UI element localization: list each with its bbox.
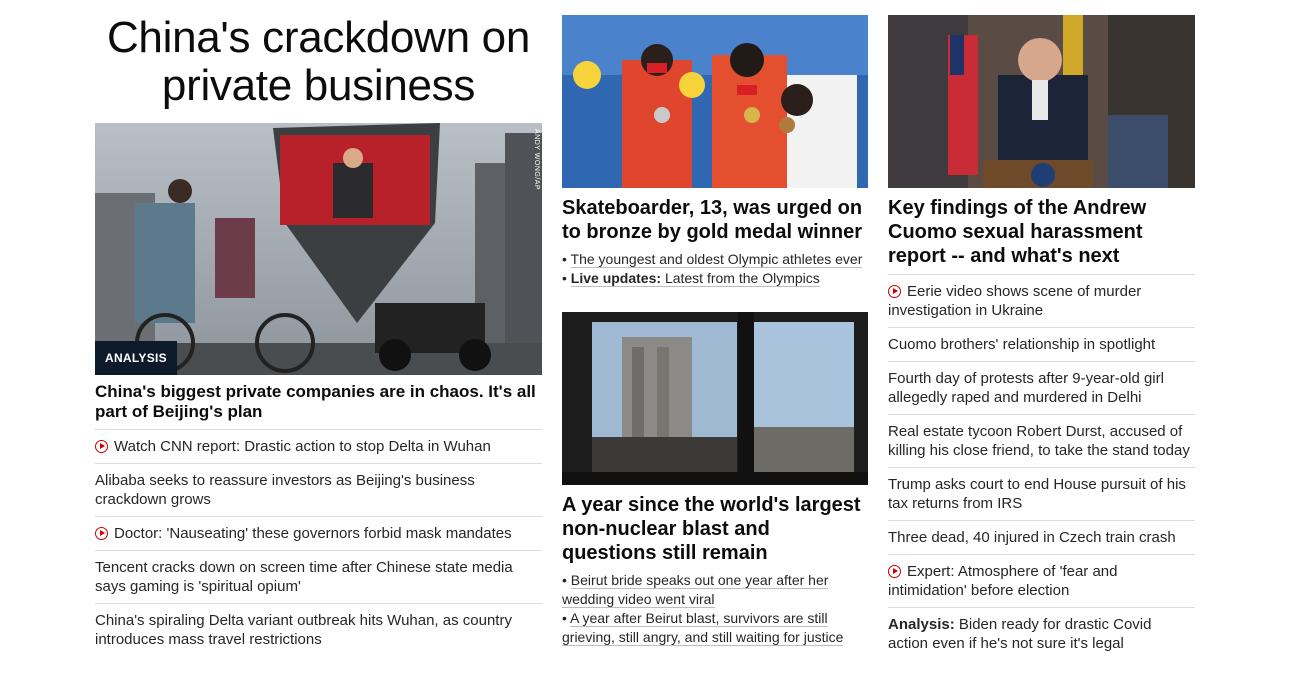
list-item-text[interactable]: Watch CNN report: Drastic action to stop… — [114, 438, 491, 455]
left-column: China's crackdown on private business AN… — [95, 0, 542, 656]
list-item-text[interactable]: Fourth day of protests after 9-year-old … — [888, 370, 1164, 406]
bullet-item[interactable]: • The youngest and oldest Olympic athlet… — [562, 250, 868, 269]
bullet-bold-label[interactable]: Live updates: — [571, 270, 661, 286]
china-hero-image[interactable]: ANALYSIS ANDY WONG/AP — [95, 123, 542, 375]
list-item[interactable]: Fourth day of protests after 9-year-old … — [888, 361, 1195, 414]
bullet-text[interactable]: The youngest and oldest Olympic athletes… — [570, 251, 863, 268]
cuomo-image[interactable] — [888, 15, 1195, 188]
photo-credit: ANDY WONG/AP — [533, 129, 540, 191]
top-stories-list: Eerie video shows scene of murder invest… — [888, 274, 1195, 660]
bullet-item[interactable]: • A year after Beirut blast, survivors a… — [562, 609, 868, 647]
right-column: Key findings of the Andrew Cuomo sexual … — [888, 0, 1195, 660]
middle-column: Skateboarder, 13, was urged on to bronze… — [562, 0, 868, 647]
list-item[interactable]: Real estate tycoon Robert Durst, accused… — [888, 414, 1195, 467]
list-item[interactable]: Watch CNN report: Drastic action to stop… — [95, 429, 542, 463]
beirut-bullets: • Beirut bride speaks out one year after… — [562, 571, 868, 647]
play-video-icon — [95, 527, 108, 540]
list-item-text[interactable]: Doctor: 'Nauseating' these governors for… — [114, 525, 512, 542]
bullet-text[interactable]: Beirut bride speaks out one year after h… — [562, 572, 829, 608]
list-item-text[interactable]: Three dead, 40 injured in Czech train cr… — [888, 529, 1176, 546]
cuomo-podium-illustration — [888, 15, 1195, 188]
list-item-text[interactable]: Alibaba seeks to reassure investors as B… — [95, 472, 475, 508]
related-stories-list: Watch CNN report: Drastic action to stop… — [95, 429, 542, 656]
list-item[interactable]: Tencent cracks down on screen time after… — [95, 550, 542, 603]
analysis-badge: ANALYSIS — [95, 341, 177, 375]
skateboarder-bullets: • The youngest and oldest Olympic athlet… — [562, 250, 868, 288]
section-banner-title[interactable]: China's crackdown on private business — [95, 14, 542, 110]
list-item-text[interactable]: Real estate tycoon Robert Durst, accused… — [888, 423, 1190, 459]
play-video-icon — [888, 285, 901, 298]
cuomo-headline[interactable]: Key findings of the Andrew Cuomo sexual … — [888, 196, 1195, 268]
list-item[interactable]: Three dead, 40 injured in Czech train cr… — [888, 520, 1195, 554]
play-video-icon — [888, 565, 901, 578]
skateboarder-image[interactable] — [562, 15, 868, 188]
list-item[interactable]: China's spiraling Delta variant outbreak… — [95, 603, 542, 656]
list-item-bold-label[interactable]: Analysis: — [888, 616, 955, 633]
list-item[interactable]: Cuomo brothers' relationship in spotligh… — [888, 327, 1195, 361]
list-item[interactable]: Doctor: 'Nauseating' these governors for… — [95, 516, 542, 550]
beirut-blast-illustration — [562, 312, 868, 485]
list-item[interactable]: Analysis: Biden ready for drastic Covid … — [888, 607, 1195, 660]
list-item-text[interactable]: Expert: Atmosphere of 'fear and intimida… — [888, 563, 1117, 599]
list-item-text[interactable]: China's spiraling Delta variant outbreak… — [95, 612, 512, 648]
skateboarder-headline[interactable]: Skateboarder, 13, was urged on to bronze… — [562, 196, 868, 244]
list-item-text[interactable]: Tencent cracks down on screen time after… — [95, 559, 513, 595]
play-video-icon — [95, 440, 108, 453]
beirut-image[interactable] — [562, 312, 868, 485]
bullet-item[interactable]: • Live updates: Latest from the Olympics — [562, 269, 868, 288]
list-item[interactable]: Eerie video shows scene of murder invest… — [888, 274, 1195, 327]
hero-photo-illustration — [95, 123, 542, 375]
main-headline[interactable]: China's biggest private companies are in… — [95, 382, 542, 422]
list-item[interactable]: Expert: Atmosphere of 'fear and intimida… — [888, 554, 1195, 607]
list-item[interactable]: Trump asks court to end House pursuit of… — [888, 467, 1195, 520]
olympic-podium-illustration — [562, 15, 868, 188]
list-item-text[interactable]: Trump asks court to end House pursuit of… — [888, 476, 1186, 512]
beirut-headline[interactable]: A year since the world's largest non-nuc… — [562, 493, 868, 565]
bullet-text[interactable]: A year after Beirut blast, survivors are… — [562, 610, 844, 646]
list-item[interactable]: Alibaba seeks to reassure investors as B… — [95, 463, 542, 516]
list-item-text[interactable]: Cuomo brothers' relationship in spotligh… — [888, 336, 1155, 353]
bullet-item[interactable]: • Beirut bride speaks out one year after… — [562, 571, 868, 609]
list-item-text[interactable]: Eerie video shows scene of murder invest… — [888, 283, 1141, 319]
bullet-text[interactable]: Latest from the Olympics — [665, 270, 820, 286]
